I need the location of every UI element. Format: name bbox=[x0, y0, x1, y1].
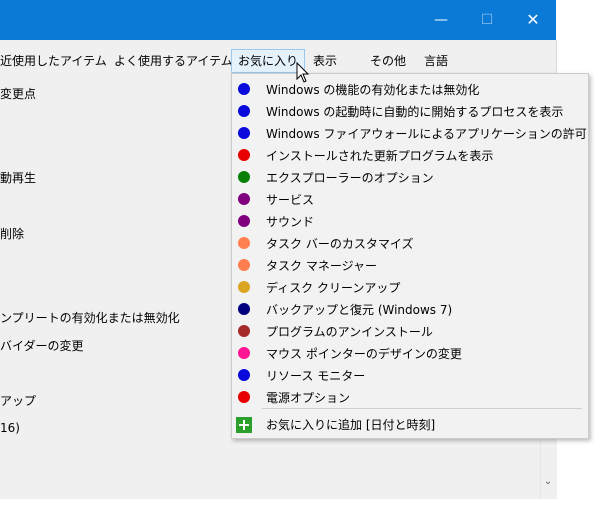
favorites-item[interactable]: サウンド bbox=[232, 210, 588, 232]
favorites-item[interactable]: Windows の機能の有効化または無効化 bbox=[232, 78, 588, 100]
close-button[interactable]: ✕ bbox=[510, 0, 556, 40]
favorites-dropdown: Windows の機能の有効化または無効化 Windows の起動時に自動的に開… bbox=[231, 73, 589, 439]
gold-dot-icon bbox=[238, 281, 250, 293]
list-item[interactable]: ンプリートの有効化または無効化 bbox=[0, 309, 180, 326]
menu-recent[interactable]: 近使用したアイテム bbox=[0, 49, 113, 73]
menu-other[interactable]: その他 bbox=[364, 49, 412, 73]
favorites-item-label: ディスク クリーンアップ bbox=[266, 281, 401, 295]
list-item[interactable]: 16) bbox=[0, 421, 20, 435]
list-item[interactable]: アップ bbox=[0, 392, 36, 409]
menu-bar: 近使用したアイテム よく使用するアイテム お気に入り 表示 その他 言語 bbox=[0, 45, 556, 75]
red-dot-icon bbox=[238, 391, 250, 403]
blue-dot-icon bbox=[238, 83, 250, 95]
title-bar: — ☐ ✕ bbox=[0, 0, 556, 40]
favorites-item[interactable]: Windows の起動時に自動的に開始するプロセスを表示 bbox=[232, 100, 588, 122]
favorites-item-label: プログラムのアンインストール bbox=[266, 325, 433, 339]
brown-dot-icon bbox=[238, 325, 250, 337]
purple-dot-icon bbox=[238, 193, 250, 205]
favorites-item[interactable]: プログラムのアンインストール bbox=[232, 320, 588, 342]
list-item[interactable]: 動再生 bbox=[0, 169, 36, 186]
favorites-item[interactable]: マウス ポインターのデザインの変更 bbox=[232, 342, 588, 364]
favorites-item-label: 電源オプション bbox=[266, 391, 351, 405]
scroll-down-arrow-icon[interactable]: ⌄ bbox=[540, 476, 556, 494]
minimize-button[interactable]: — bbox=[418, 0, 464, 40]
favorites-item-label: タスク バーのカスタマイズ bbox=[266, 237, 414, 251]
favorites-item[interactable]: エクスプローラーのオプション bbox=[232, 166, 588, 188]
list-item[interactable]: 変更点 bbox=[0, 85, 36, 102]
pink-dot-icon bbox=[238, 347, 250, 359]
blue-dot-icon bbox=[238, 127, 250, 139]
favorites-item[interactable]: インストールされた更新プログラムを表示 bbox=[232, 144, 588, 166]
favorites-item-label: インストールされた更新プログラムを表示 bbox=[266, 149, 494, 163]
menu-separator bbox=[262, 408, 582, 409]
favorites-item[interactable]: 電源オプション bbox=[232, 386, 588, 408]
desktop-background bbox=[0, 499, 600, 519]
add-to-favorites-item[interactable]: お気に入りに追加 [日付と時刻] bbox=[232, 413, 588, 435]
favorites-item-label: サービス bbox=[266, 193, 315, 207]
add-to-favorites-label: お気に入りに追加 [日付と時刻] bbox=[266, 418, 436, 432]
green-dot-icon bbox=[238, 171, 250, 183]
favorites-item-label: タスク マネージャー bbox=[266, 259, 377, 273]
red-dot-icon bbox=[238, 149, 250, 161]
coral-dot-icon bbox=[238, 259, 250, 271]
maximize-button[interactable]: ☐ bbox=[464, 0, 510, 40]
purple-dot-icon bbox=[238, 215, 250, 227]
menu-favorites[interactable]: お気に入り bbox=[231, 49, 306, 73]
favorites-item[interactable]: タスク バーのカスタマイズ bbox=[232, 232, 588, 254]
favorites-item-label: エクスプローラーのオプション bbox=[266, 171, 434, 185]
favorites-item[interactable]: リソース モニター bbox=[232, 364, 588, 386]
favorites-item-label: バックアップと復元 (Windows 7) bbox=[266, 303, 453, 317]
favorites-item-label: リソース モニター bbox=[266, 369, 366, 383]
menu-view[interactable]: 表示 bbox=[307, 49, 343, 73]
favorites-item[interactable]: バックアップと復元 (Windows 7) bbox=[232, 298, 588, 320]
coral-dot-icon bbox=[238, 237, 250, 249]
favorites-item[interactable]: タスク マネージャー bbox=[232, 254, 588, 276]
favorites-item-label: Windows の起動時に自動的に開始するプロセスを表示 bbox=[266, 105, 564, 119]
menu-language[interactable]: 言語 bbox=[418, 49, 454, 73]
favorites-item[interactable]: Windows ファイアウォールによるアプリケーションの許可 bbox=[232, 122, 588, 144]
blue-dot-icon bbox=[238, 105, 250, 117]
navy-dot-icon bbox=[238, 303, 250, 315]
favorites-item-label: マウス ポインターのデザインの変更 bbox=[266, 347, 462, 361]
blue-dot-icon bbox=[238, 369, 250, 381]
favorites-item-label: Windows ファイアウォールによるアプリケーションの許可 bbox=[266, 127, 587, 141]
plus-icon bbox=[236, 417, 252, 433]
mouse-pointer-icon bbox=[296, 62, 310, 83]
favorites-item[interactable]: ディスク クリーンアップ bbox=[232, 276, 588, 298]
favorites-item-label: サウンド bbox=[266, 215, 315, 229]
list-item[interactable]: バイダーの変更 bbox=[0, 337, 84, 354]
menu-frequent[interactable]: よく使用するアイテム bbox=[108, 49, 239, 73]
list-item[interactable]: 削除 bbox=[0, 225, 24, 242]
favorites-item[interactable]: サービス bbox=[232, 188, 588, 210]
